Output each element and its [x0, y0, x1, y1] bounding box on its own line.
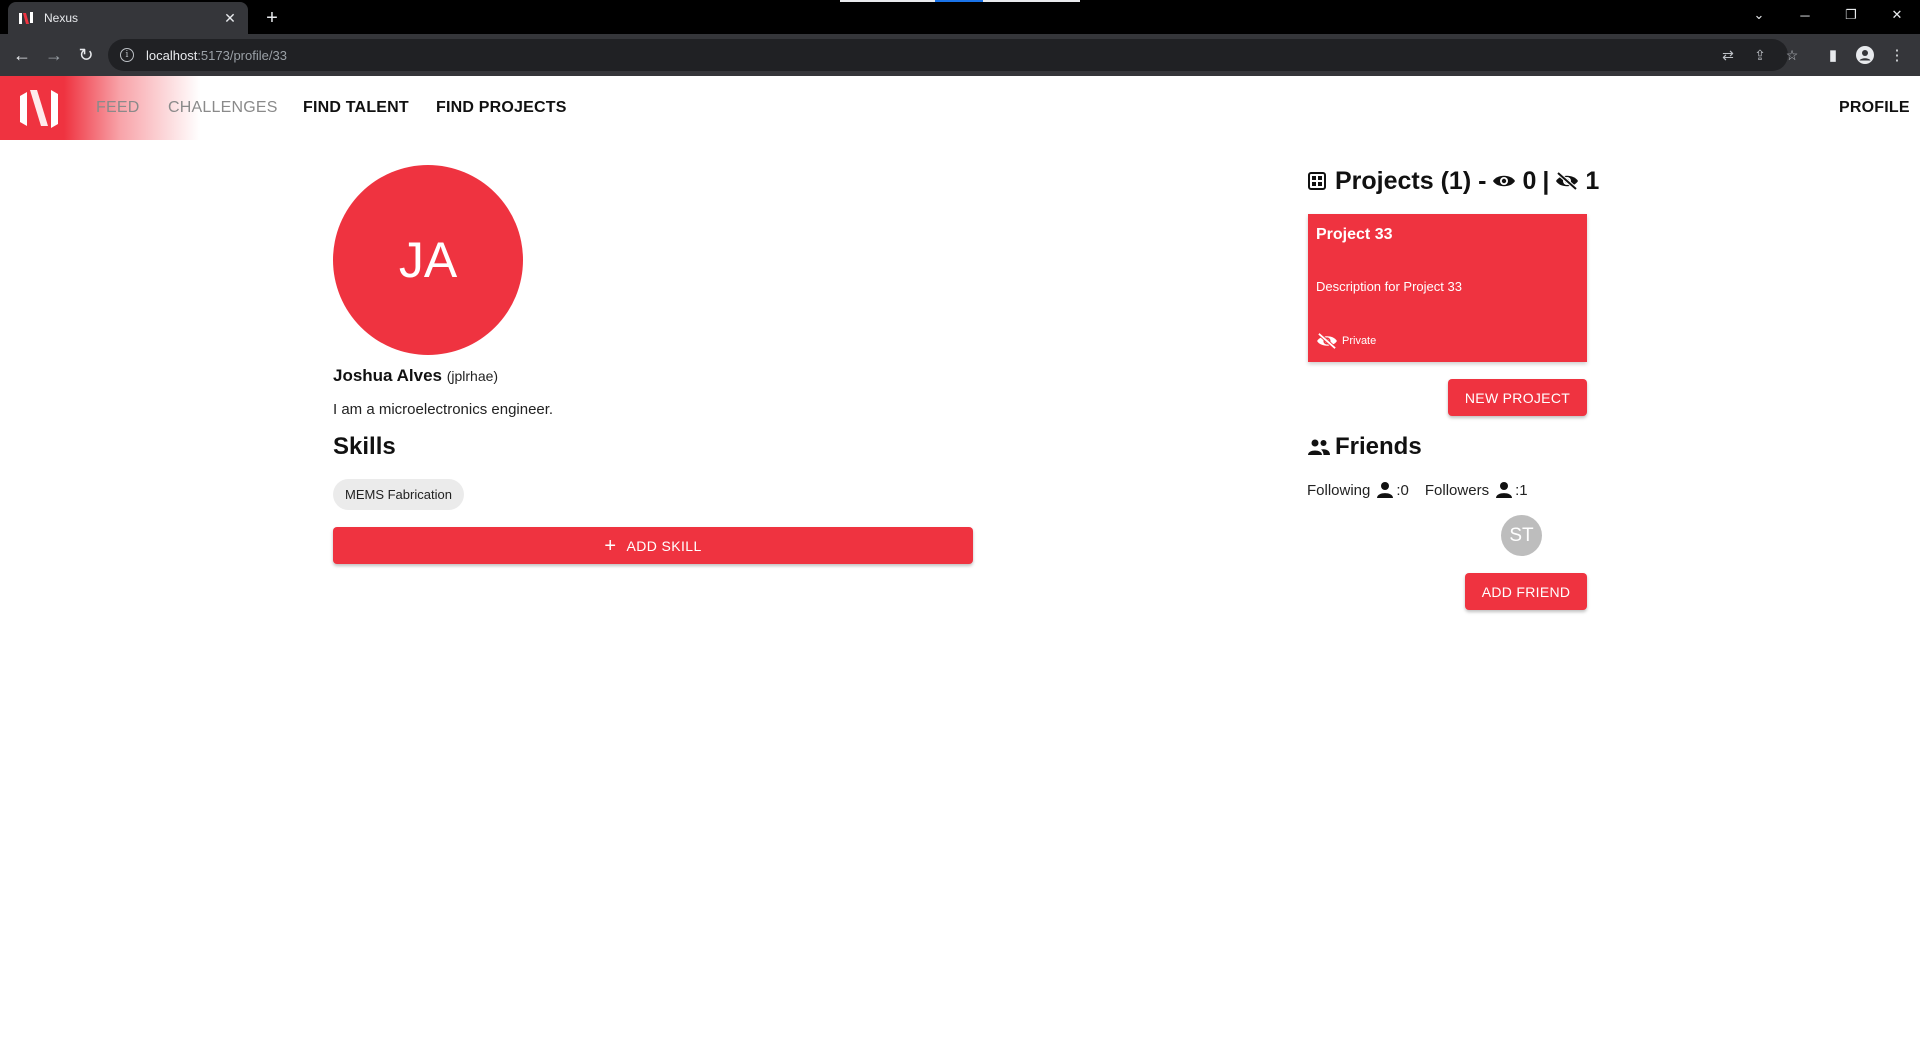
- skills-heading: Skills: [333, 433, 396, 460]
- tab-close-icon[interactable]: ✕: [222, 10, 238, 27]
- back-arrow-icon[interactable]: ←: [8, 41, 36, 69]
- browser-tab[interactable]: Nexus ✕: [8, 2, 248, 34]
- profile-username: (jplrhae): [446, 368, 499, 384]
- forward-arrow-icon[interactable]: →: [40, 41, 68, 69]
- friends-heading-text: Friends: [1335, 433, 1422, 460]
- address-bar[interactable]: i localhost:5173/profile/33 ⇄ ⇪ ☆: [108, 39, 1798, 71]
- app-header: FEED CHALLENGES FIND TALENT FIND PROJECT…: [0, 76, 1920, 140]
- projects-grid-icon: [1308, 172, 1326, 190]
- following-label: Following: [1307, 481, 1371, 499]
- projects-heading-text: Projects (1) -: [1335, 166, 1487, 195]
- tab-search-icon[interactable]: ⌄: [1736, 0, 1782, 30]
- profile-name: Joshua Alves: [333, 366, 442, 385]
- reload-icon[interactable]: ↻: [72, 41, 100, 69]
- person-icon: [1496, 482, 1513, 498]
- close-window-button[interactable]: ✕: [1874, 0, 1920, 30]
- nexus-favicon-icon: [19, 12, 33, 24]
- public-eye-icon: [1493, 175, 1516, 187]
- nav-find-projects[interactable]: FIND PROJECTS: [436, 76, 567, 140]
- nav-feed[interactable]: FEED: [96, 76, 139, 140]
- followers-label: Followers: [1424, 481, 1490, 499]
- project-card-status: Private: [1316, 332, 1376, 350]
- private-project-count: 1: [1585, 166, 1600, 195]
- new-project-button[interactable]: NEW PROJECT: [1448, 379, 1587, 416]
- profile-name-line: Joshua Alves (jplrhae): [333, 366, 498, 386]
- nav-challenges[interactable]: CHALLENGES: [168, 76, 278, 140]
- nav-find-talent[interactable]: FIND TALENT: [303, 76, 409, 140]
- private-eye-off-icon: [1317, 332, 1337, 350]
- new-tab-button[interactable]: +: [258, 4, 286, 32]
- site-info-icon[interactable]: i: [120, 48, 134, 62]
- projects-separator: |: [1542, 166, 1550, 195]
- minimize-button[interactable]: ─: [1782, 0, 1828, 30]
- browser-menu-icon[interactable]: ⋮: [1884, 42, 1910, 68]
- url-path: :5173/profile/33: [197, 47, 287, 63]
- side-panel-icon[interactable]: ▮: [1820, 42, 1846, 68]
- add-skill-button[interactable]: + ADD SKILL: [333, 527, 973, 564]
- follow-stats: Following :0 Followers :1: [1307, 481, 1528, 499]
- project-card-description: Description for Project 33: [1316, 279, 1462, 294]
- plus-icon: +: [604, 534, 617, 557]
- browser-toolbar: ← → ↻ i localhost:5173/profile/33 ⇄ ⇪ ☆ …: [0, 34, 1920, 76]
- project-card[interactable]: Project 33 Description for Project 33 Pr…: [1308, 214, 1587, 362]
- profile-bio: I am a microelectronics engineer.: [333, 401, 554, 418]
- followers-count: :1: [1515, 481, 1528, 499]
- projects-heading: Projects (1) - 0 | 1: [1307, 164, 1599, 198]
- follower-avatar[interactable]: ST: [1501, 515, 1542, 556]
- people-icon: [1308, 439, 1330, 455]
- add-friend-button[interactable]: ADD FRIEND: [1465, 573, 1587, 610]
- add-skill-label: ADD SKILL: [626, 537, 702, 554]
- following-count: :0: [1396, 481, 1409, 499]
- profile-account-icon[interactable]: [1852, 42, 1878, 68]
- profile-avatar: JA: [333, 165, 523, 355]
- restore-button[interactable]: ❐: [1828, 0, 1874, 30]
- person-icon: [1377, 482, 1394, 498]
- url-host: localhost: [146, 47, 198, 63]
- nexus-logo-icon[interactable]: [18, 86, 62, 130]
- share-icon[interactable]: ⇪: [1746, 39, 1774, 71]
- bookmark-star-icon[interactable]: ☆: [1778, 39, 1806, 71]
- translate-icon[interactable]: ⇄: [1714, 39, 1742, 71]
- tab-title: Nexus: [44, 11, 79, 25]
- tab-strip-indicator-active: [935, 0, 983, 2]
- project-card-status-label: Private: [1342, 335, 1377, 347]
- skill-chip[interactable]: MEMS Fabrication: [333, 479, 464, 510]
- browser-tab-strip: Nexus ✕ + ⌄ ─ ❐ ✕: [0, 0, 1920, 34]
- nav-profile[interactable]: PROFILE: [1839, 76, 1910, 140]
- public-project-count: 0: [1522, 166, 1537, 195]
- project-card-title: Project 33: [1316, 226, 1393, 243]
- friends-heading: Friends: [1307, 433, 1422, 461]
- private-eye-off-icon: [1556, 171, 1579, 191]
